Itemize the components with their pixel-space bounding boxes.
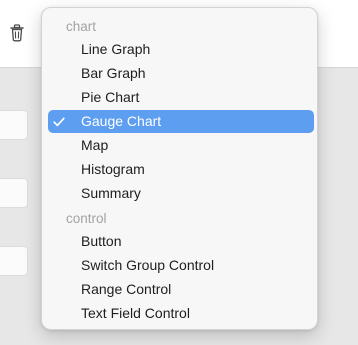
menu-item-label: Range Control [81, 281, 172, 297]
menu-item-label: Pie Chart [81, 89, 140, 105]
menu-item-label: Histogram [81, 161, 145, 177]
menu-item-button[interactable]: Button [48, 230, 314, 253]
background-input-field[interactable] [0, 246, 28, 276]
menu-item-map[interactable]: Map [48, 134, 314, 157]
menu-item-label: Line Graph [81, 41, 151, 57]
menu-item-bar-graph[interactable]: Bar Graph [48, 62, 314, 85]
menu-item-label: Text Field Control [81, 305, 190, 321]
chart-type-dropdown-menu: chart Line Graph Bar Graph Pie Chart Gau… [41, 7, 318, 330]
menu-item-range-control[interactable]: Range Control [48, 278, 314, 301]
menu-item-gauge-chart[interactable]: Gauge Chart [48, 110, 314, 133]
background-input-field[interactable] [0, 178, 28, 208]
menu-item-summary[interactable]: Summary [48, 182, 314, 205]
section-header-chart: chart [66, 19, 97, 34]
trash-icon[interactable] [10, 24, 24, 42]
menu-item-label: Button [81, 233, 122, 249]
menu-item-label: Bar Graph [81, 65, 146, 81]
menu-item-label: Switch Group Control [81, 257, 215, 273]
section-header-control: control [66, 211, 107, 226]
menu-item-label: Map [81, 137, 109, 153]
menu-item-text-field-control[interactable]: Text Field Control [48, 302, 314, 325]
checkmark-icon [53, 117, 65, 127]
menu-item-label: Gauge Chart [81, 113, 162, 129]
menu-item-switch-group-control[interactable]: Switch Group Control [48, 254, 314, 277]
background-input-field[interactable] [0, 110, 28, 140]
menu-item-pie-chart[interactable]: Pie Chart [48, 86, 314, 109]
menu-item-histogram[interactable]: Histogram [48, 158, 314, 181]
menu-item-label: Summary [81, 185, 141, 201]
menu-item-line-graph[interactable]: Line Graph [48, 38, 314, 61]
